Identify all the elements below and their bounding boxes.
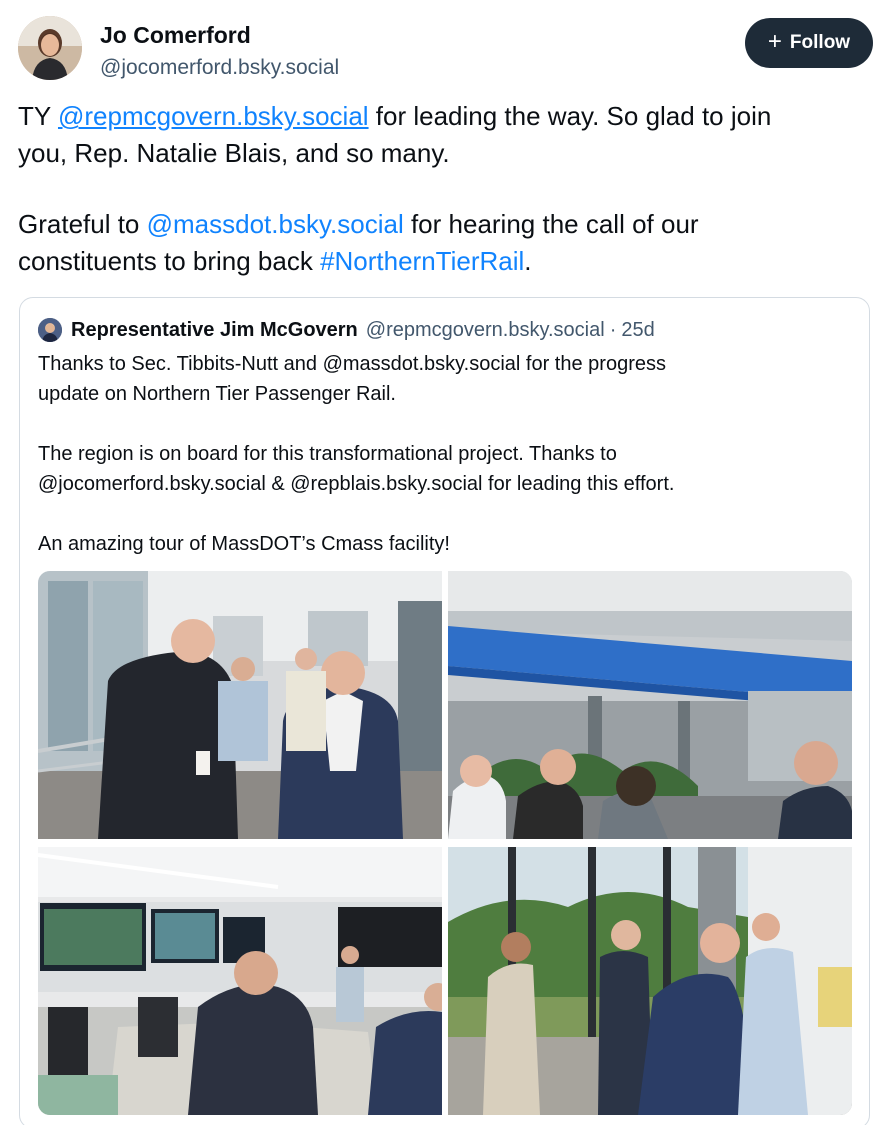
image-grid — [38, 571, 852, 1115]
text-segment: constituents to bring back — [18, 246, 321, 276]
quoted-line: update on Northern Tier Passenger Rail. — [38, 383, 396, 405]
hashtag-link[interactable]: #NorthernTierRail — [320, 246, 524, 276]
mention-link[interactable]: @massdot.bsky.social — [147, 209, 404, 239]
quoted-line: Thanks to Sec. Tibbits-Nutt and @massdot… — [38, 353, 666, 375]
lobby-atrium-photo[interactable] — [448, 571, 852, 839]
author-avatar[interactable] — [18, 16, 82, 80]
mention-link[interactable]: @repmcgovern.bsky.social — [58, 101, 369, 131]
author-handle[interactable]: @jocomerford.bsky.social — [100, 56, 339, 80]
post-age: 25d — [621, 318, 655, 341]
group-walking-hallway-photo[interactable] — [38, 571, 442, 839]
author-name[interactable]: Jo Comerford — [100, 22, 251, 49]
post-header: Jo Comerford @jocomerford.bsky.social + … — [18, 16, 873, 86]
plus-icon: + — [767, 28, 782, 55]
follow-button[interactable]: + Follow — [745, 18, 873, 68]
quoted-line: The region is on board for this transfor… — [38, 443, 617, 465]
text-segment: for leading the way. So glad to join — [368, 101, 772, 131]
control-room-photo[interactable] — [38, 847, 442, 1115]
follow-label: Follow — [789, 32, 851, 53]
quoted-post-card[interactable]: Representative Jim McGovern @repmcgovern… — [19, 297, 870, 1125]
quoted-line: An amazing tour of MassDOT’s Cmass facil… — [38, 533, 450, 555]
quoted-post-header: Representative Jim McGovern @repmcgovern… — [38, 318, 655, 342]
quoted-author-avatar[interactable] — [38, 318, 62, 342]
quoted-line: @jocomerford.bsky.social & @repblais.bsk… — [38, 473, 675, 495]
text-segment: for hearing the call of our — [403, 209, 699, 239]
quoted-author-name[interactable]: Representative Jim McGovern — [71, 319, 358, 342]
post-line: Grateful to @massdot.bsky.social for hea… — [18, 206, 878, 243]
post-line: TY @repmcgovern.bsky.social for leading … — [18, 98, 878, 135]
post-text: TY @repmcgovern.bsky.social for leading … — [18, 98, 878, 280]
post-line: you, Rep. Natalie Blais, and so many. — [18, 138, 450, 168]
glass-walled-room-photo[interactable] — [448, 847, 852, 1115]
meta-separator: · — [609, 318, 617, 341]
quoted-author-handle: @repmcgovern.bsky.social — [365, 318, 605, 341]
post-line: constituents to bring back #NorthernTier… — [18, 243, 878, 280]
text-segment: TY — [18, 101, 58, 131]
quoted-post-text: Thanks to Sec. Tibbits-Nutt and @massdot… — [38, 349, 853, 559]
text-segment: Grateful to — [18, 209, 147, 239]
text-segment: . — [524, 246, 532, 276]
